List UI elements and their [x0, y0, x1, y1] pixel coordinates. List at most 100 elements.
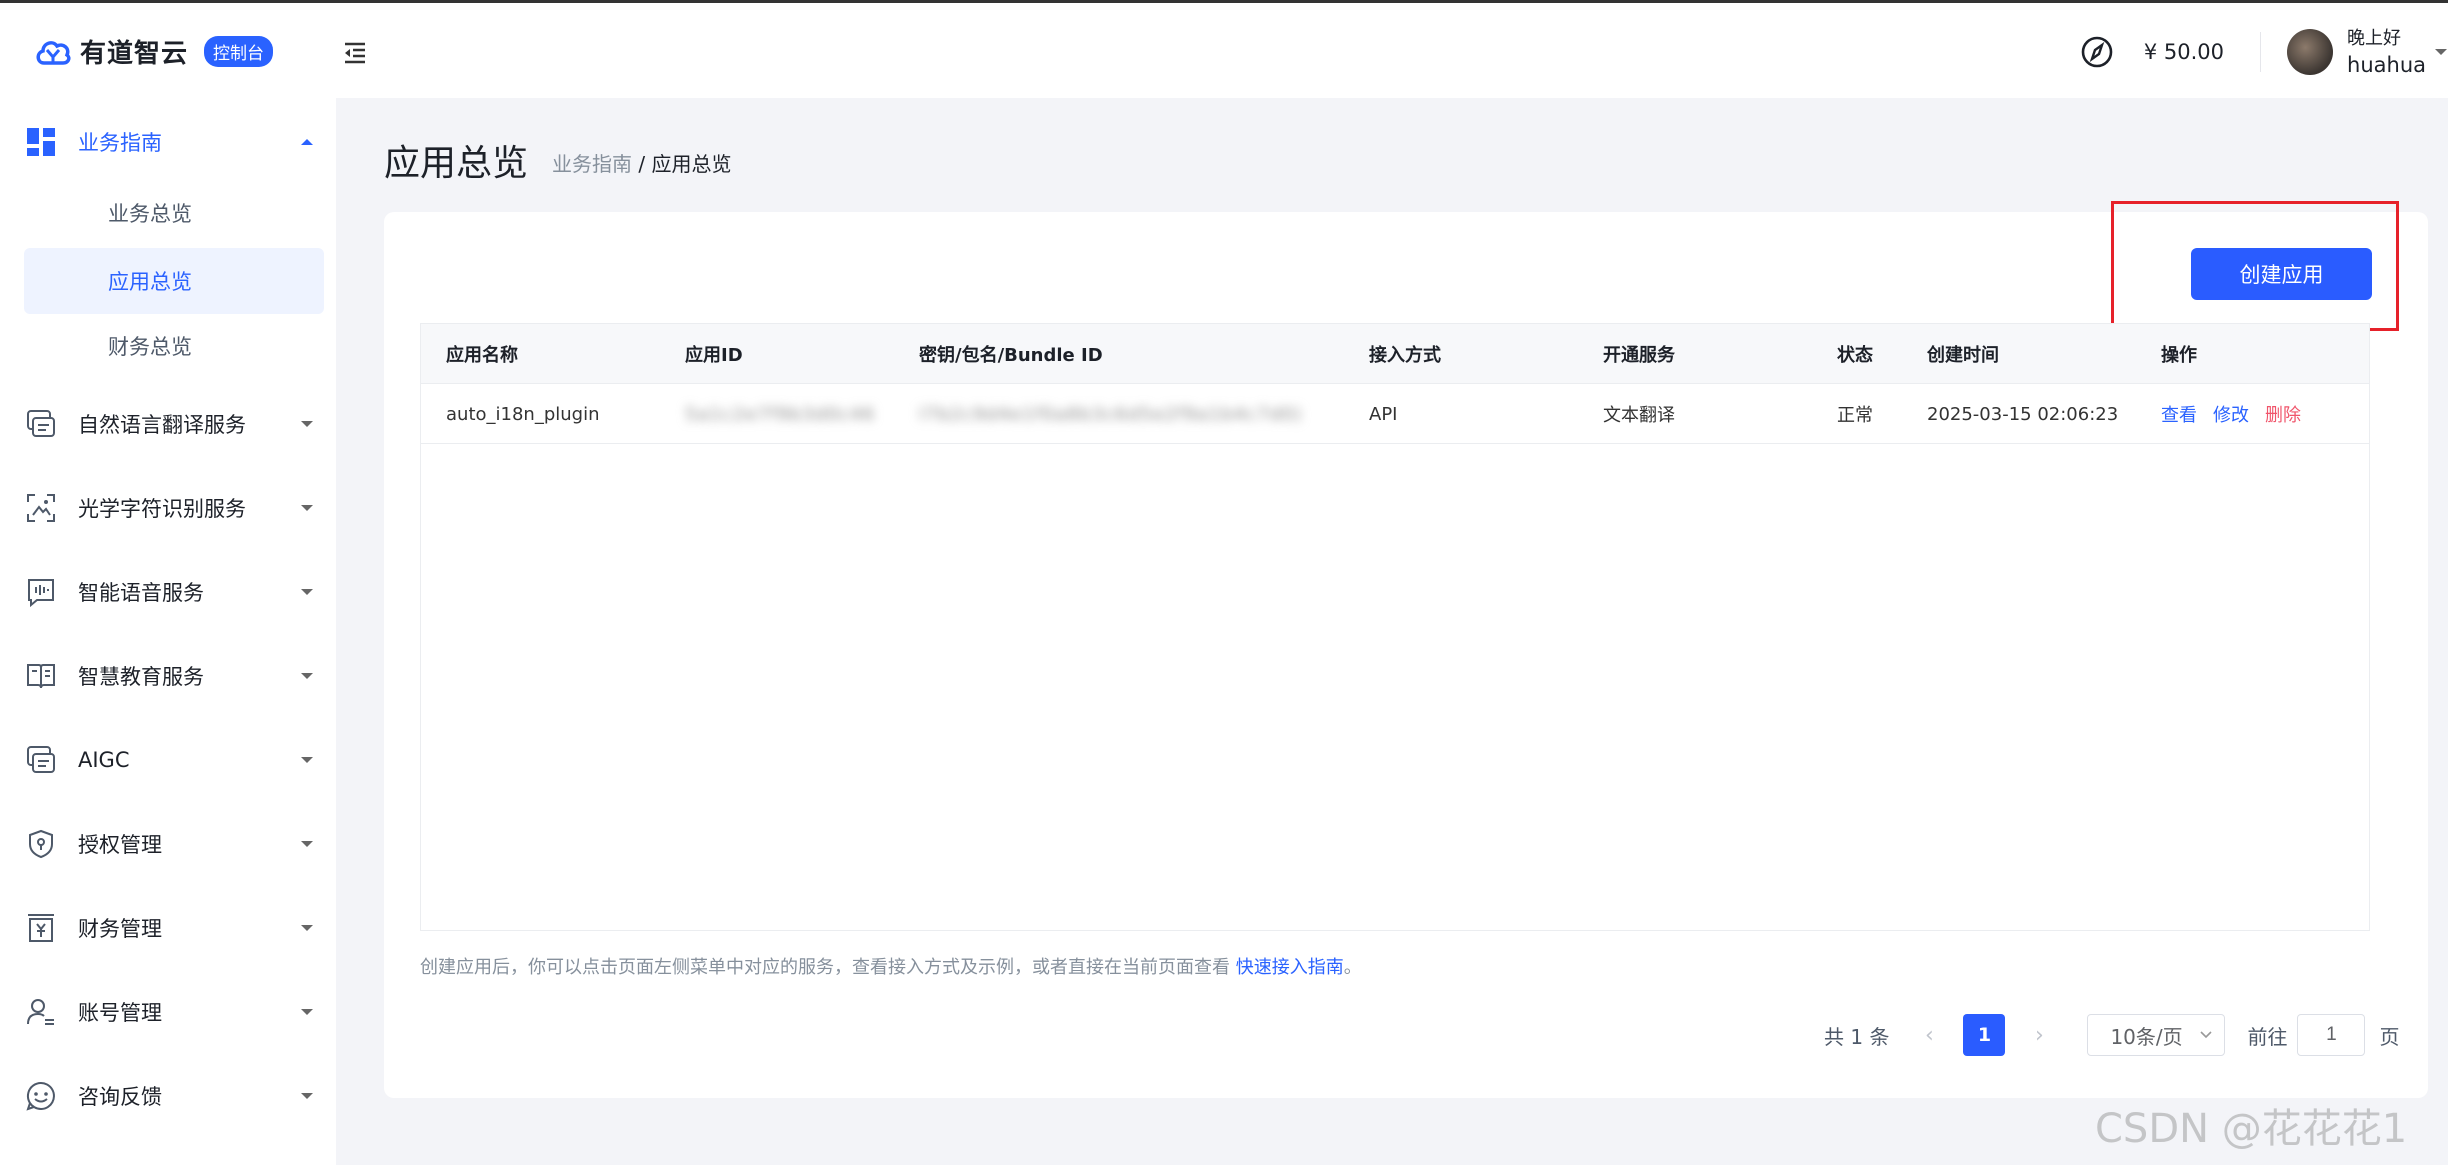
chat-stack-icon [24, 743, 58, 777]
chevron-up-icon [301, 139, 313, 145]
sidebar-group-label: 自然语言翻译服务 [78, 413, 246, 437]
hint-body: 创建应用后，你可以点击页面左侧菜单中对应的服务，查看接入方式及示例，或者直接在当… [420, 957, 1236, 978]
goto-page-input[interactable] [2297, 1014, 2366, 1056]
sidebar-group-voice[interactable]: 智能语音服务 [24, 562, 324, 622]
voice-wave-icon [24, 575, 58, 609]
sidebar-group-label: 财务管理 [78, 917, 162, 941]
chevron-down-icon [301, 673, 313, 679]
cell-created: 2025-03-15 02:06:23 [1927, 403, 2119, 425]
chevron-down-icon [301, 505, 313, 511]
sidebar-group-label: AIGC [78, 748, 130, 772]
chevron-down-icon [2200, 1031, 2213, 1039]
console-badge: 控制台 [204, 36, 274, 67]
greeting-text: 晚上好 [2347, 28, 2402, 49]
chevron-down-icon [301, 925, 313, 931]
chat-translate-icon [24, 407, 58, 441]
column-header-secret: 密钥/包名/Bundle ID [919, 345, 1103, 366]
pagination-total: 共 1 条 [1824, 1024, 1890, 1049]
sidebar-group-label: 智能语音服务 [78, 581, 204, 605]
cell-secret: l7b2c9d4e1f0a8b3c6d5e2f9a1b4c7d0) [919, 403, 1303, 425]
balance-amount[interactable]: ¥ 50.00 [2144, 40, 2224, 64]
yuan-document-icon [24, 911, 58, 945]
chevron-down-icon [301, 841, 313, 847]
breadcrumb-separator: / [632, 152, 652, 176]
sidebar-group-label: 业务指南 [78, 131, 162, 155]
sidebar-item-business-overview[interactable]: 业务总览 [24, 180, 324, 246]
sidebar-group-business-guide[interactable]: 业务指南 [24, 112, 324, 172]
shield-icon [24, 827, 58, 861]
user-info[interactable]: 晚上好 huahua [2347, 26, 2426, 78]
sidebar-item-app-overview[interactable]: 应用总览 [24, 248, 324, 314]
cell-operations: 查看 修改 删除 [2161, 384, 2301, 444]
page-size-value: 10条/页 [2110, 1024, 2183, 1049]
page-number-current[interactable]: 1 [1963, 1014, 2006, 1056]
chevron-down-icon [301, 757, 313, 763]
app-table: 应用名称 应用ID 密钥/包名/Bundle ID 接入方式 开通服务 状态 创… [420, 323, 2370, 931]
edit-link[interactable]: 修改 [2213, 401, 2249, 427]
dashboard-grid-icon [24, 125, 58, 159]
top-right-area: ¥ 50.00 晚上好 huahua [2080, 3, 2448, 101]
cell-service: 文本翻译 [1603, 405, 1675, 426]
chevron-down-icon [301, 589, 313, 595]
delete-link[interactable]: 删除 [2265, 401, 2301, 427]
cell-status: 正常 [1837, 405, 1873, 426]
logo[interactable]: 有道智云 控制台 [34, 33, 274, 70]
column-header-operations: 操作 [2161, 345, 2197, 366]
view-link[interactable]: 查看 [2161, 401, 2197, 427]
sidebar-group-label: 智慧教育服务 [78, 665, 204, 689]
compass-icon[interactable] [2080, 35, 2114, 69]
chevron-down-icon[interactable] [2434, 47, 2448, 57]
column-header-app-name: 应用名称 [446, 345, 518, 366]
sidebar-group-label: 光学字符识别服务 [78, 497, 246, 521]
sidebar-group-label: 授权管理 [78, 833, 162, 857]
top-bar: 有道智云 控制台 ¥ 50.00 晚上好 huahua [0, 0, 2448, 98]
sidebar-group-feedback[interactable]: 咨询反馈 [24, 1066, 324, 1126]
table-header: 应用名称 应用ID 密钥/包名/Bundle ID 接入方式 开通服务 状态 创… [421, 324, 2369, 384]
avatar[interactable] [2287, 29, 2334, 75]
quick-start-guide-link[interactable]: 快速接入指南 [1236, 957, 1344, 978]
sidebar-group-authorization[interactable]: 授权管理 [24, 814, 324, 874]
cloud-logo-icon [36, 40, 71, 65]
page-unit-label: 页 [2379, 1024, 2400, 1049]
page-size-select[interactable]: 10条/页 [2087, 1014, 2226, 1056]
column-header-access: 接入方式 [1369, 345, 1441, 366]
breadcrumb-parent[interactable]: 业务指南 [552, 152, 632, 176]
column-header-status: 状态 [1837, 345, 1873, 366]
breadcrumb: 业务指南 / 应用总览 [552, 148, 731, 177]
sidebar-group-account[interactable]: 账号管理 [24, 982, 324, 1042]
user-settings-icon [24, 995, 58, 1029]
watermark: CSDN @花花花1 [2095, 1106, 2408, 1152]
sidebar-item-finance-overview[interactable]: 财务总览 [24, 313, 324, 379]
smile-icon [24, 1079, 58, 1113]
prev-page-chevron-left-icon[interactable]: ‹ [1911, 1014, 1947, 1056]
breadcrumb-current: 应用总览 [651, 152, 732, 176]
pagination: 共 1 条 ‹ 1 › 10条/页 前往 页 [1824, 1014, 2399, 1056]
sidebar-group-ocr[interactable]: 光学字符识别服务 [24, 478, 324, 538]
sidebar-group-education[interactable]: 智慧教育服务 [24, 646, 324, 706]
column-header-service: 开通服务 [1603, 345, 1675, 366]
hint-text: 创建应用后，你可以点击页面左侧菜单中对应的服务，查看接入方式及示例，或者直接在当… [420, 953, 1362, 979]
goto-label: 前往 [2247, 1024, 2288, 1049]
sidebar-group-nlp-translation[interactable]: 自然语言翻译服务 [24, 394, 324, 454]
cell-app-name: auto_i18n_plugin [446, 403, 600, 425]
sidebar: 业务指南 业务总览 应用总览 财务总览 自然语言翻译服务 光学字符识别服务 智能… [0, 98, 336, 1165]
table-row: auto_i18n_plugin 5a1c2e7f9b3d0c46 l7b2c9… [421, 384, 2369, 444]
hint-end: 。 [1343, 957, 1362, 978]
sidebar-group-finance[interactable]: 财务管理 [24, 898, 324, 958]
cell-app-id: 5a1c2e7f9b3d0c46 [685, 403, 876, 425]
highlight-annotation-box [2111, 201, 2399, 331]
page-title: 应用总览 [384, 143, 529, 184]
chevron-down-icon [301, 1009, 313, 1015]
collapse-menu-icon[interactable] [342, 40, 368, 66]
column-header-created: 创建时间 [1927, 345, 1999, 366]
chevron-down-icon [301, 1093, 313, 1099]
column-header-app-id: 应用ID [685, 345, 743, 366]
next-page-chevron-right-icon[interactable]: › [2021, 1014, 2057, 1056]
cell-access: API [1369, 403, 1398, 425]
sidebar-group-aigc[interactable]: AIGC [24, 730, 324, 790]
sidebar-group-label: 咨询反馈 [78, 1085, 162, 1109]
book-icon [24, 659, 58, 693]
scan-icon [24, 491, 58, 525]
sidebar-group-label: 账号管理 [78, 1001, 162, 1025]
logo-text: 有道智云 [80, 39, 189, 69]
